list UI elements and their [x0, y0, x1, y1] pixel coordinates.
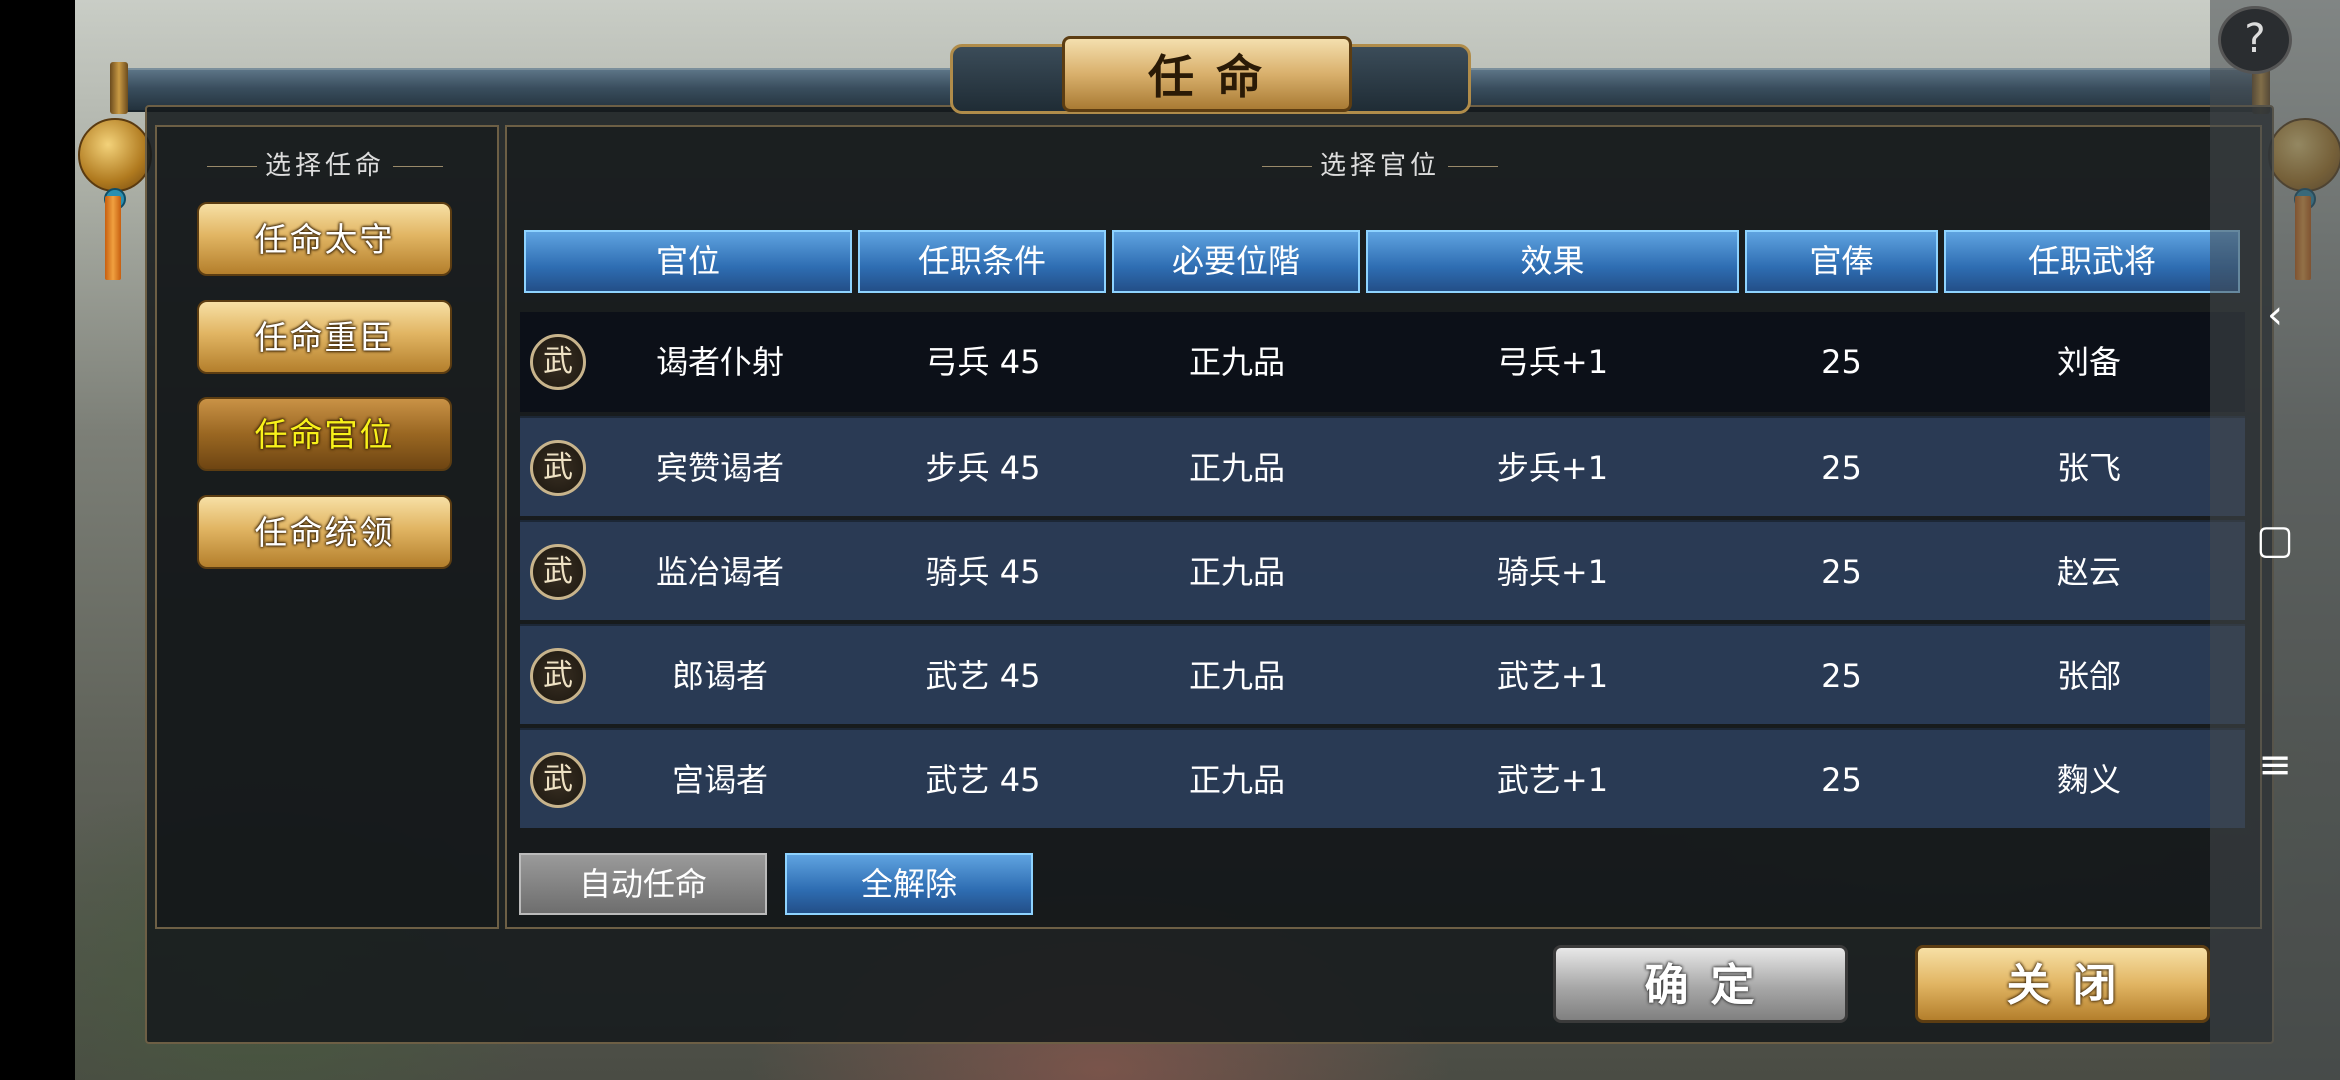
divider: [1448, 166, 1498, 167]
back-icon[interactable]: ‹: [2250, 290, 2300, 340]
salary: 25: [1821, 553, 1862, 591]
table-row[interactable]: 武 谒者仆射 弓兵 45 正九品 弓兵+1 25 刘备: [520, 312, 2245, 412]
table-row[interactable]: 武 宾赞谒者 步兵 45 正九品 步兵+1 25 张飞: [520, 416, 2245, 516]
rank: 正九品: [1188, 449, 1285, 487]
table-row[interactable]: 武 监冶谒者 骑兵 45 正九品 骑兵+1 25 赵云: [520, 520, 2245, 620]
column-header-salary[interactable]: 官俸: [1745, 230, 1938, 293]
salary: 25: [1821, 761, 1862, 799]
title-banner: 任命: [950, 36, 1471, 116]
office-name: 监冶谒者: [655, 553, 784, 591]
general-name: 张郃: [2056, 657, 2121, 695]
salary: 25: [1821, 657, 1862, 695]
dialog-title: 任命: [1062, 36, 1352, 112]
column-header-effect[interactable]: 效果: [1366, 230, 1739, 293]
column-header-office[interactable]: 官位: [524, 230, 852, 293]
right-section-title: 选择官位: [1200, 145, 1560, 182]
effect: 步兵+1: [1496, 449, 1609, 487]
general-name: 赵云: [2056, 553, 2121, 591]
home-icon[interactable]: ▢: [2250, 515, 2300, 565]
effect: 弓兵+1: [1496, 343, 1609, 381]
menu-appoint-commander[interactable]: 任命统领: [197, 495, 452, 569]
effect: 武艺+1: [1496, 761, 1609, 799]
column-header-requirement[interactable]: 任职条件: [858, 230, 1106, 293]
table-row[interactable]: 武 宫谒者 武艺 45 正九品 武艺+1 25 麴义: [520, 728, 2245, 828]
effect: 骑兵+1: [1496, 553, 1609, 591]
tassel-left: [105, 196, 121, 280]
release-all-button[interactable]: 全解除: [785, 853, 1033, 915]
office-name: 谒者仆射: [655, 343, 784, 381]
divider: [393, 166, 443, 167]
martial-badge-icon: 武: [530, 334, 586, 390]
menu-appoint-minister[interactable]: 任命重臣: [197, 300, 452, 374]
requirement: 武艺 45: [925, 761, 1041, 799]
menu-appoint-governor[interactable]: 任命太守: [197, 202, 452, 276]
divider: [206, 166, 257, 167]
requirement: 骑兵 45: [925, 553, 1041, 591]
menu-icon[interactable]: ≡: [2250, 740, 2300, 790]
menu-appoint-office[interactable]: 任命官位: [197, 397, 452, 471]
office-name: 宫谒者: [671, 761, 768, 799]
medallion-left: [78, 118, 152, 192]
help-icon[interactable]: ?: [2218, 6, 2292, 74]
salary: 25: [1821, 343, 1862, 381]
confirm-button[interactable]: 确定: [1553, 945, 1848, 1023]
rod-cap-left: [110, 62, 128, 114]
auto-appoint-button[interactable]: 自动任命: [519, 853, 767, 915]
rank: 正九品: [1188, 657, 1285, 695]
martial-badge-icon: 武: [530, 544, 586, 600]
rank: 正九品: [1188, 343, 1285, 381]
general-name: 麴义: [2056, 761, 2121, 799]
effect: 武艺+1: [1496, 657, 1609, 695]
salary: 25: [1821, 449, 1862, 487]
close-button[interactable]: 关闭: [1915, 945, 2210, 1023]
rank: 正九品: [1188, 761, 1285, 799]
general-name: 刘备: [2056, 343, 2121, 381]
divider: [1261, 166, 1312, 167]
rank: 正九品: [1188, 553, 1285, 591]
martial-badge-icon: 武: [530, 752, 586, 808]
requirement: 步兵 45: [925, 449, 1041, 487]
left-section-title: 选择任命: [165, 145, 485, 182]
martial-badge-icon: 武: [530, 648, 586, 704]
table-row[interactable]: 武 郎谒者 武艺 45 正九品 武艺+1 25 张郃: [520, 624, 2245, 724]
office-name: 郎谒者: [671, 657, 768, 695]
general-name: 张飞: [2056, 449, 2121, 487]
column-header-rank[interactable]: 必要位階: [1112, 230, 1360, 293]
right-section-title-text: 选择官位: [1319, 151, 1440, 181]
requirement: 武艺 45: [925, 657, 1041, 695]
office-name: 宾赞谒者: [655, 449, 784, 487]
column-header-general[interactable]: 任职武将: [1944, 230, 2240, 293]
left-section-title-text: 选择任命: [264, 151, 385, 181]
screen-edge: [0, 0, 75, 1080]
martial-badge-icon: 武: [530, 440, 586, 496]
requirement: 弓兵 45: [925, 343, 1041, 381]
